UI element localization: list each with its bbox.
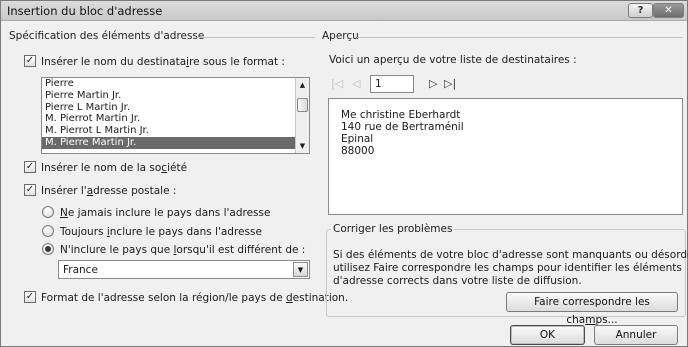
address-preview-box: Me christine Eberhardt 140 rue de Bertra… [328,98,683,215]
problems-text-line: d'adresse corrects dans votre liste de d… [333,275,582,287]
preview-hint: Voici un aperçu de votre liste de destin… [329,54,577,66]
insert-company-label[interactable]: Insérer le nom de la société [41,162,187,174]
close-button[interactable]: ✕ [653,3,684,18]
country-always-radio[interactable] [42,225,54,237]
first-record-icon[interactable]: |◁ [331,77,343,90]
scroll-up-icon[interactable]: ▲ [296,79,309,91]
insert-address-label[interactable]: Insérer l'adresse postale : [41,185,176,197]
radio-selected-dot [45,246,51,252]
correct-problems-title: Corriger les problèmes [331,223,455,235]
match-fields-button[interactable]: Faire correspondre les champs... [506,292,678,326]
country-select[interactable]: France ▼ [58,260,310,279]
dialog-title: Insertion du bloc d'adresse [7,4,163,18]
country-never-label[interactable]: Ne jamais inclure le pays dans l'adresse [60,207,270,219]
list-item[interactable]: Pierre [42,78,309,90]
country-never-radio[interactable] [42,206,54,218]
help-button[interactable]: ? [628,3,653,18]
cancel-button[interactable]: Annuler [594,325,678,345]
name-format-list[interactable]: Pierre Pierre Martin Jr. Pierre L Martin… [41,77,310,154]
scroll-down-icon[interactable]: ▼ [296,140,309,152]
preview-line: Epinal [341,133,374,145]
preview-separator [357,37,683,38]
list-item[interactable]: M. Pierrot Martin Jr. [42,113,309,125]
scroll-thumb[interactable] [297,98,308,112]
chevron-down-icon[interactable]: ▼ [293,262,308,277]
preview-line: 140 rue de Bertraménil [341,121,464,133]
list-item[interactable]: M. Pierrot L Martin Jr. [42,125,309,137]
format-by-region-label[interactable]: Format de l'adresse selon la région/le p… [41,292,348,304]
record-number-input[interactable]: 1 [370,75,414,93]
insert-name-checkbox[interactable]: ✓ [24,55,36,67]
spec-section-title: Spécification des éléments d'adresse [9,30,205,42]
previous-record-icon[interactable]: ◁ [352,77,360,90]
country-always-label[interactable]: Toujours inclure le pays dans l'adresse [60,226,262,238]
address-block-dialog: Insertion du bloc d'adresse ? ✕ Spécific… [0,0,688,347]
insert-company-checkbox[interactable]: ✓ [24,161,36,173]
problems-text-line: Si des éléments de votre bloc d'adresse … [333,249,688,261]
preview-line: 88000 [341,145,375,157]
list-item[interactable]: Pierre L Martin Jr. [42,102,309,114]
ok-button[interactable]: OK [510,325,585,345]
insert-name-label[interactable]: Insérer le nom du destinataire sous le f… [41,56,285,68]
insert-address-checkbox[interactable]: ✓ [24,184,36,196]
spec-separator [197,37,315,38]
format-by-region-checkbox[interactable]: ✓ [24,291,36,303]
country-if-different-label[interactable]: N'inclure le pays que lorsqu'il est diff… [60,244,305,256]
preview-section-title: Aperçu [322,30,359,42]
country-if-different-radio[interactable] [42,243,54,255]
country-select-value: France [63,264,98,276]
title-bar: Insertion du bloc d'adresse ? ✕ [1,1,687,21]
preview-line: Me christine Eberhardt [341,109,461,121]
list-item-selected[interactable]: M. Pierre Martin Jr. [42,136,309,149]
list-item[interactable]: Pierre Martin Jr. [42,90,309,102]
next-record-icon[interactable]: ▷ [429,77,437,90]
last-record-icon[interactable]: ▷| [444,77,456,90]
list-scrollbar[interactable]: ▲ ▼ [295,78,309,153]
problems-text-line: utilisez Faire correspondre les champs p… [333,262,682,274]
